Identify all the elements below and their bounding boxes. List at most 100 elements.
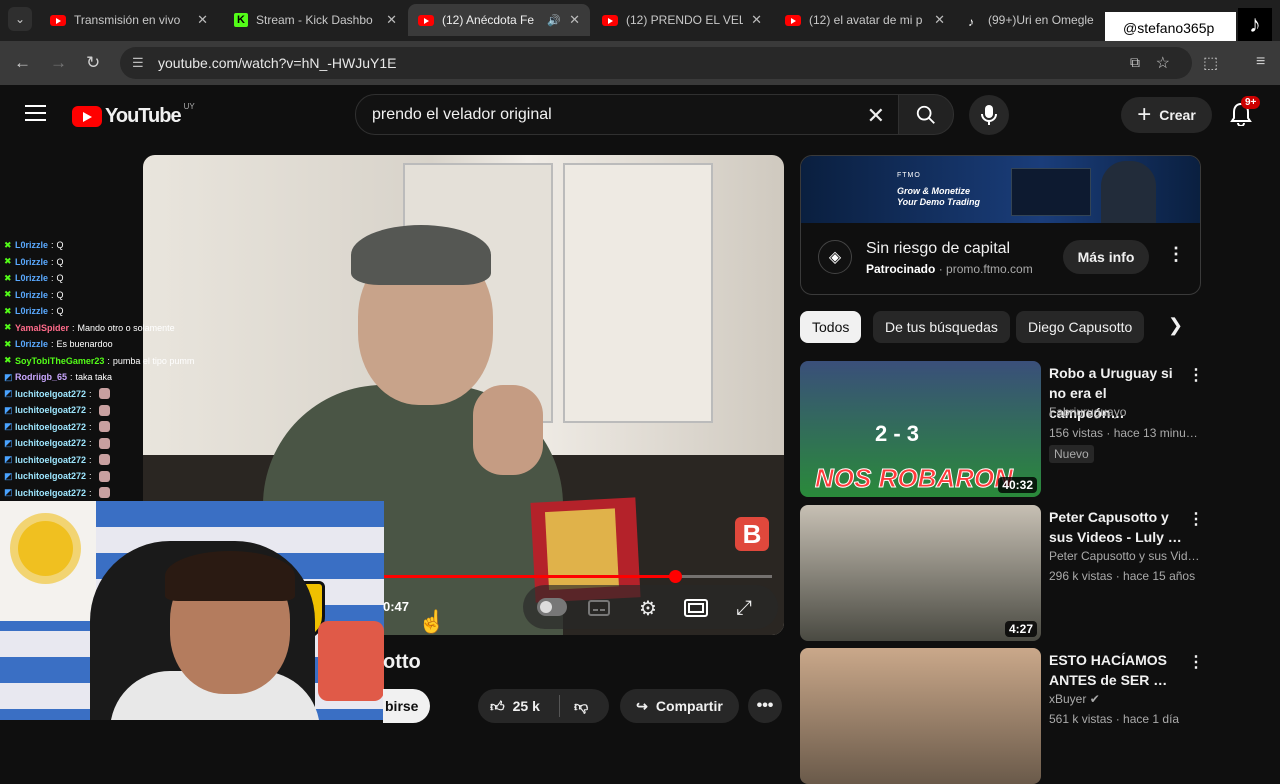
- notifications-button[interactable]: 9+: [1230, 96, 1261, 128]
- url-text[interactable]: youtube.com/watch?v=hN_-HWJuY1E: [158, 55, 397, 71]
- plus-icon: +: [1137, 101, 1152, 128]
- person-cap: [351, 225, 491, 285]
- more-horizontal-icon: •••: [756, 697, 774, 714]
- autoplay-toggle[interactable]: [537, 598, 567, 616]
- reload-icon[interactable]: ↻: [86, 53, 100, 73]
- theater-mode-icon[interactable]: [683, 595, 709, 621]
- tab-search-chevron-icon[interactable]: ⌄: [8, 7, 32, 31]
- install-app-icon[interactable]: ⧉: [1130, 54, 1140, 71]
- search-input[interactable]: prendo el velador original ✕: [355, 94, 900, 135]
- chat-username: luchitoelgoat272: [15, 487, 87, 498]
- more-vertical-icon[interactable]: ⋮: [1188, 509, 1204, 529]
- more-info-button[interactable]: Más info: [1063, 240, 1149, 274]
- kick-badge-icon: ✖: [4, 305, 12, 316]
- subtitles-icon[interactable]: [586, 595, 612, 621]
- recommendation-item[interactable]: 4:27 Peter Capusotto y sus Videos - Luly…: [800, 505, 1204, 641]
- progress-scrubber-handle[interactable]: [669, 570, 682, 583]
- cabinet-door: [563, 163, 713, 423]
- clear-search-icon[interactable]: ✕: [867, 103, 885, 129]
- video-thumbnail[interactable]: [800, 648, 1041, 784]
- youtube-icon: [50, 14, 66, 26]
- chip-de-tus-busquedas[interactable]: De tus búsquedas: [873, 311, 1010, 343]
- chat-emote-icon: [98, 470, 110, 482]
- chip-todos[interactable]: Todos: [800, 311, 862, 343]
- fullscreen-icon[interactable]: ⤢: [731, 595, 757, 621]
- video-thumbnail[interactable]: 4:27: [800, 505, 1041, 641]
- dislike-button[interactable]: 👎︎: [560, 698, 588, 715]
- tab-prendo-el-velador[interactable]: (12) PRENDO EL VELA ✕: [592, 4, 772, 36]
- more-vertical-icon[interactable]: ⋮: [1188, 652, 1204, 672]
- chip-diego-capusotto[interactable]: Diego Capusotto: [1016, 311, 1145, 343]
- chat-message: ◩ luchitoelgoat272:: [4, 419, 110, 435]
- progress-bar[interactable]: [383, 570, 772, 583]
- more-actions-button[interactable]: •••: [748, 689, 782, 723]
- tab-kick-dashboard[interactable]: K Stream - Kick Dashbo ✕: [224, 4, 407, 36]
- progress-fill: [383, 575, 675, 578]
- create-button[interactable]: + Crear: [1121, 97, 1212, 133]
- tab-uri-omegle[interactable]: ♪ (99+)Uri en Omegle: [958, 4, 1108, 36]
- channel-name[interactable]: xBuyer ✔: [1049, 692, 1100, 706]
- search-button[interactable]: [898, 94, 954, 135]
- site-settings-icon[interactable]: ☰: [132, 55, 156, 71]
- trading-chart-image: [1011, 168, 1091, 216]
- chat-username: L0rizzle: [15, 306, 49, 316]
- ad-title[interactable]: Sin riesgo de capital: [866, 240, 1010, 258]
- sponsored-ad-card[interactable]: FTMO Grow & Monetize Your Demo Trading ◈…: [800, 155, 1201, 295]
- speaker-icon[interactable]: 🔊: [547, 14, 561, 27]
- tab-anecdota-active[interactable]: (12) Anécdota Fe 🔊 ✕: [408, 4, 590, 36]
- recommendation-title[interactable]: Peter Capusotto y sus Videos - Luly …: [1049, 507, 1184, 547]
- video-thumbnail[interactable]: 2 - 3 NOS ROBARON 40:32: [800, 361, 1041, 497]
- channel-name[interactable]: Peter Capusotto y sus Vid…: [1049, 549, 1200, 563]
- forward-arrow-icon[interactable]: →: [50, 53, 67, 73]
- bookmark-star-icon[interactable]: ☆: [1156, 53, 1170, 73]
- channel-watermark[interactable]: B: [735, 517, 769, 551]
- ad-presenter-image: [1101, 161, 1156, 223]
- chat-username: luchitoelgoat272: [15, 454, 87, 465]
- channel-name[interactable]: Fabriuruguayo: [1049, 405, 1126, 419]
- address-bar[interactable]: ☰ youtube.com/watch?v=hN_-HWJuY1E ⧉ ☆: [120, 47, 1192, 79]
- youtube-logo[interactable]: YouTube UY: [72, 102, 195, 128]
- settings-gear-icon[interactable]: ⚙: [635, 595, 661, 621]
- close-icon[interactable]: ✕: [934, 12, 945, 28]
- voice-search-button[interactable]: [969, 95, 1009, 135]
- chat-text: pumba el tipo pumm: [112, 355, 195, 366]
- chevron-right-icon[interactable]: ❯: [1168, 315, 1183, 336]
- webcam-overlay: [0, 501, 384, 720]
- reading-list-icon[interactable]: ≡: [1256, 53, 1265, 71]
- ftmo-logo-icon: ◈: [818, 240, 852, 274]
- close-icon[interactable]: ✕: [751, 12, 762, 28]
- tab-transmision[interactable]: Transmisión en vivo ✕: [40, 4, 218, 36]
- kick-badge-icon: ✖: [4, 256, 12, 266]
- chat-message: ◩ luchitoelgoat272:: [4, 386, 110, 402]
- recommendation-title[interactable]: ESTO HACÍAMOS ANTES de SER …: [1049, 650, 1184, 690]
- ad-sponsor-line: Patrocinado · promo.ftmo.com: [866, 262, 1033, 276]
- kick-badge-icon: ◩: [4, 421, 13, 431]
- tab-el-avatar[interactable]: (12) el avatar de mi p ✕: [775, 4, 955, 36]
- ad-banner-image[interactable]: FTMO Grow & Monetize Your Demo Trading: [801, 156, 1200, 223]
- extensions-icon[interactable]: ⬚: [1203, 53, 1218, 73]
- kick-badge-icon: ◩: [4, 371, 13, 382]
- chat-message: ◩ luchitoelgoat272:: [4, 435, 110, 451]
- mouse-cursor-icon: ☝: [418, 609, 446, 634]
- close-icon[interactable]: ✕: [386, 12, 397, 28]
- like-button[interactable]: 👍︎ 25 k: [478, 695, 560, 717]
- chat-username: luchitoelgoat272: [15, 388, 87, 399]
- subscribe-button[interactable]: birse: [383, 689, 430, 723]
- back-arrow-icon[interactable]: ←: [14, 53, 31, 73]
- youtube-icon: [602, 14, 618, 26]
- youtube-header: YouTube UY prendo el velador original ✕ …: [0, 85, 1280, 145]
- more-vertical-icon[interactable]: ⋮: [1188, 365, 1204, 385]
- close-icon[interactable]: ✕: [569, 12, 580, 28]
- chat-text: Es buenardoo: [56, 339, 113, 349]
- more-vertical-icon[interactable]: ⋮: [1167, 244, 1185, 265]
- kick-badge-icon: ◩: [4, 454, 13, 464]
- kick-badge-icon: ✖: [4, 355, 12, 365]
- share-button[interactable]: ↪ Compartir: [620, 689, 739, 723]
- kick-badge-icon: ✖: [4, 338, 12, 349]
- recommendation-item[interactable]: 2 - 3 NOS ROBARON 40:32 Robo a Uruguay s…: [800, 361, 1204, 497]
- menu-hamburger-icon[interactable]: [25, 105, 46, 121]
- recommendation-item[interactable]: ESTO HACÍAMOS ANTES de SER … xBuyer ✔ 56…: [800, 648, 1204, 784]
- chat-message: ✖ L0rizzle: Q: [4, 289, 64, 300]
- close-icon[interactable]: ✕: [197, 12, 208, 28]
- chat-message: ✖ L0rizzle: Q: [4, 256, 64, 267]
